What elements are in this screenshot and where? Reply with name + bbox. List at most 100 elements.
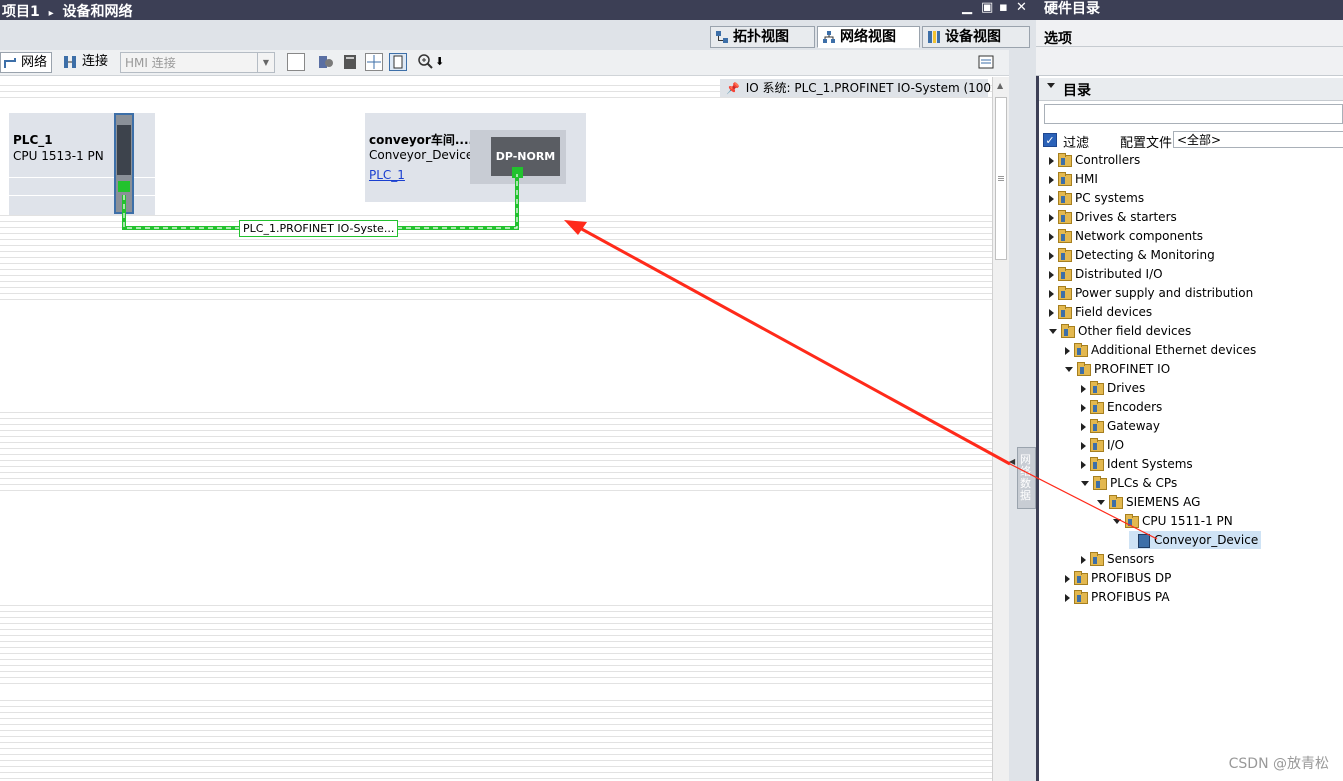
profinet-subnet-label[interactable]: PLC_1.PROFINET IO-Syste... (239, 220, 399, 237)
collapsed-triangle-icon[interactable] (1081, 384, 1086, 393)
tab-topology-view[interactable]: 拓扑视图 (710, 26, 815, 48)
collapsed-triangle-icon[interactable] (1081, 460, 1086, 469)
minimize-icon[interactable]: ▁ (962, 0, 972, 15)
tree-item-label: Drives (1107, 381, 1146, 395)
catalog-tree-item[interactable]: Additional Ethernet devices (1065, 341, 1256, 359)
tree-item-label: Detecting & Monitoring (1075, 248, 1215, 262)
expanded-triangle-icon[interactable] (1049, 328, 1057, 334)
collapsed-triangle-icon[interactable] (1049, 270, 1054, 279)
profile-label: 配置文件 (1120, 136, 1173, 151)
expanded-triangle-icon[interactable] (1065, 366, 1073, 372)
collapsed-triangle-icon[interactable] (1081, 555, 1086, 564)
connection-type-select[interactable]: HMI 连接 ▼ (120, 52, 275, 73)
collapsed-triangle-icon[interactable] (1081, 403, 1086, 412)
collapsed-triangle-icon[interactable] (1049, 251, 1054, 260)
show-interfaces-icon[interactable] (317, 53, 335, 71)
zoom-icon[interactable] (417, 53, 435, 71)
editor-title-bar: 项目1 ▸ 设备和网络 ▁ ▣ ▪ ✕ (0, 0, 1036, 20)
catalog-tree-item[interactable]: SIEMENS AG (1097, 493, 1200, 511)
expanded-triangle-icon[interactable] (1081, 480, 1089, 486)
breadcrumb-project[interactable]: 项目1 (2, 4, 40, 20)
catalog-tree-item[interactable]: Drives (1081, 379, 1145, 397)
catalog-tree-item[interactable]: Drives & starters (1049, 208, 1177, 226)
restore-icon[interactable]: ▣ (981, 0, 993, 15)
catalog-search-input[interactable] (1044, 104, 1343, 124)
catalog-tree-item[interactable]: PROFINET IO (1065, 360, 1170, 378)
module-icon[interactable] (341, 53, 359, 71)
side-panel-strip (1009, 50, 1036, 781)
collapsed-triangle-icon[interactable] (1065, 346, 1070, 355)
catalog-tree-item[interactable]: Power supply and distribution (1049, 284, 1253, 302)
catalog-tree-item[interactable]: Conveyor_Device (1129, 531, 1262, 549)
catalog-tree-item[interactable]: PROFIBUS DP (1065, 569, 1171, 587)
collapsed-triangle-icon[interactable] (1049, 213, 1054, 222)
folder-icon (1058, 228, 1072, 243)
collapse-triangle-icon[interactable] (1047, 83, 1055, 88)
tree-item-label: PROFINET IO (1094, 362, 1171, 376)
collapsed-triangle-icon[interactable] (1081, 441, 1086, 450)
catalog-tree-item[interactable]: PROFIBUS PA (1065, 588, 1170, 606)
collapsed-triangle-icon[interactable] (1081, 422, 1086, 431)
tree-item-label: Power supply and distribution (1075, 286, 1254, 300)
expanded-triangle-icon[interactable] (1097, 499, 1105, 505)
catalog-tree-item[interactable]: Sensors (1081, 550, 1154, 568)
collapsed-triangle-icon[interactable] (1049, 289, 1054, 298)
connection-icon (64, 56, 76, 68)
canvas-vertical-scrollbar[interactable]: ▲ (992, 77, 1009, 781)
toggle-details-icon[interactable] (977, 53, 995, 71)
network-data-side-tab[interactable]: ◀ 网络数据 (1009, 447, 1036, 509)
folder-icon (1058, 209, 1072, 224)
collapsed-triangle-icon[interactable] (1049, 175, 1054, 184)
filter-label: 过滤 (1063, 136, 1090, 151)
profinet-subnet-line[interactable] (0, 77, 992, 781)
hardware-catalog-title: 硬件目录 (1036, 0, 1343, 20)
collapsed-triangle-icon[interactable] (1065, 574, 1070, 583)
catalog-tree-item[interactable]: Field devices (1049, 303, 1152, 321)
network-icon (823, 31, 835, 43)
catalog-options-section[interactable]: 选项 (1036, 20, 1343, 76)
connection-mode-button[interactable]: 连接 (60, 52, 116, 73)
catalog-tree-item[interactable]: PC systems (1049, 189, 1144, 207)
network-mode-label: 网络 (21, 55, 48, 70)
zoom-dropdown-icon[interactable]: ⬇ (435, 53, 453, 71)
catalog-tree-item[interactable]: Other field devices (1049, 322, 1191, 340)
tab-network-view[interactable]: 网络视图 (817, 26, 920, 48)
collapsed-triangle-icon[interactable] (1049, 308, 1054, 317)
network-mode-button[interactable]: 网络 (0, 52, 52, 73)
catalog-tree-item[interactable]: Network components (1049, 227, 1203, 245)
scrollbar-thumb[interactable] (995, 97, 1007, 260)
breadcrumb-section[interactable]: 设备和网络 (63, 4, 133, 20)
close-icon[interactable]: ✕ (1016, 0, 1027, 15)
profile-select[interactable]: <全部> (1173, 131, 1343, 148)
side-tab-label: 网络数据 (1020, 453, 1031, 502)
catalog-tree-item[interactable]: PLCs & CPs (1081, 474, 1177, 492)
device-name-icon[interactable] (287, 53, 305, 71)
catalog-tree-item[interactable]: Detecting & Monitoring (1049, 246, 1215, 264)
network-toolbar: 网络 连接 HMI 连接 ▼ ⬇ (0, 50, 1036, 76)
connection-type-value: HMI 连接 (125, 56, 176, 70)
collapsed-triangle-icon[interactable] (1065, 593, 1070, 602)
filter-checkbox[interactable]: ✓ (1043, 133, 1057, 147)
tab-device-view[interactable]: 设备视图 (922, 26, 1030, 48)
catalog-tree-item[interactable]: Controllers (1049, 151, 1140, 169)
catalog-header[interactable]: 目录 (1039, 78, 1343, 101)
catalog-tree-item[interactable]: Encoders (1081, 398, 1162, 416)
collapsed-triangle-icon[interactable] (1049, 156, 1054, 165)
overview-page-icon[interactable] (389, 53, 407, 71)
folder-icon (1090, 456, 1104, 471)
network-canvas[interactable]: 📌 IO 系统: PLC_1.PROFINET IO-System (100) P… (0, 77, 992, 781)
catalog-tree-item[interactable]: Gateway (1081, 417, 1160, 435)
collapsed-triangle-icon[interactable] (1049, 232, 1054, 241)
expand-left-icon[interactable]: ◀ (1009, 457, 1015, 466)
catalog-tree-item[interactable]: Ident Systems (1081, 455, 1193, 473)
expanded-triangle-icon[interactable] (1113, 518, 1121, 524)
catalog-tree-item[interactable]: HMI (1049, 170, 1098, 188)
catalog-tree-item[interactable]: Distributed I/O (1049, 265, 1163, 283)
catalog-tree-item[interactable]: I/O (1081, 436, 1124, 454)
scroll-up-icon[interactable]: ▲ (997, 81, 1003, 90)
device-icon (928, 31, 940, 43)
maximize-icon[interactable]: ▪ (999, 0, 1008, 15)
collapsed-triangle-icon[interactable] (1049, 194, 1054, 203)
catalog-tree-item[interactable]: CPU 1511-1 PN (1113, 512, 1233, 530)
grid-layout-icon[interactable] (365, 53, 383, 71)
